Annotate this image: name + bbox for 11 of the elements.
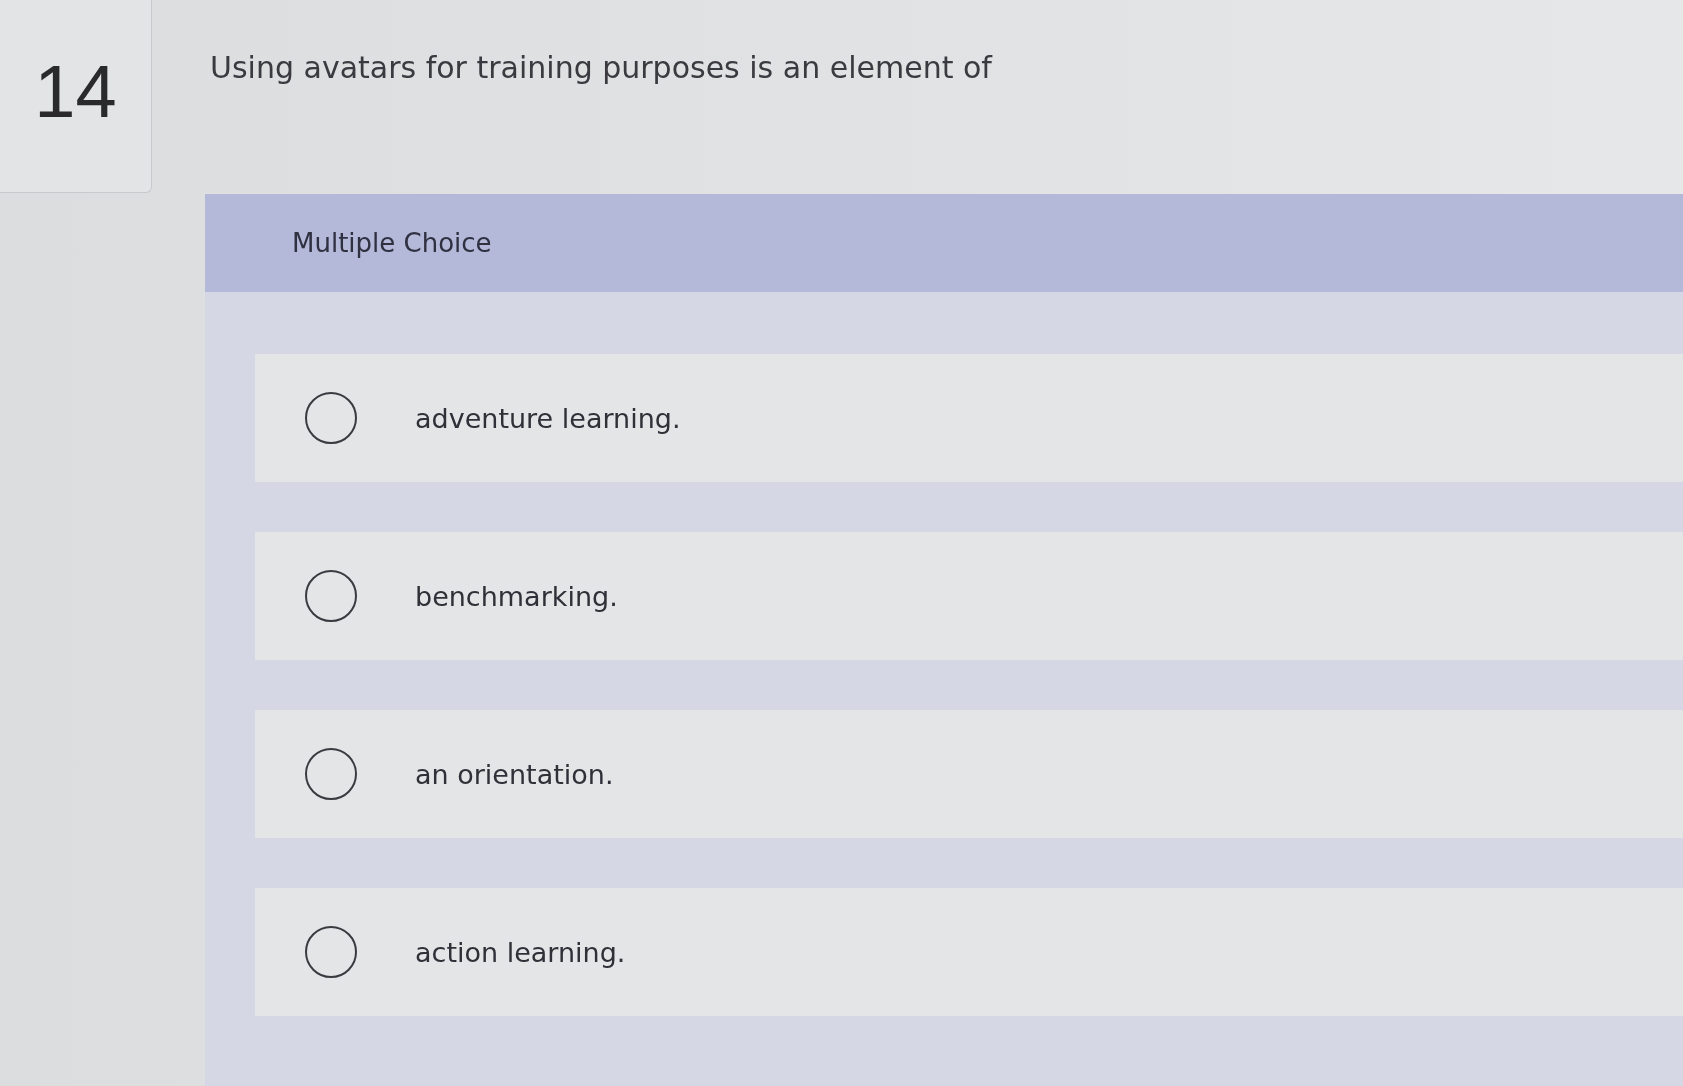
radio-button[interactable] — [305, 926, 357, 978]
radio-button[interactable] — [305, 392, 357, 444]
question-type-label: Multiple Choice — [292, 228, 492, 258]
answer-option[interactable]: an orientation. — [255, 710, 1683, 838]
answer-option[interactable]: adventure learning. — [255, 354, 1683, 482]
radio-button[interactable] — [305, 570, 357, 622]
answer-option[interactable]: benchmarking. — [255, 532, 1683, 660]
question-number: 14 — [34, 48, 117, 134]
radio-button[interactable] — [305, 748, 357, 800]
answer-option[interactable]: action learning. — [255, 888, 1683, 1016]
question-text: Using avatars for training purposes is an element of — [210, 50, 992, 85]
